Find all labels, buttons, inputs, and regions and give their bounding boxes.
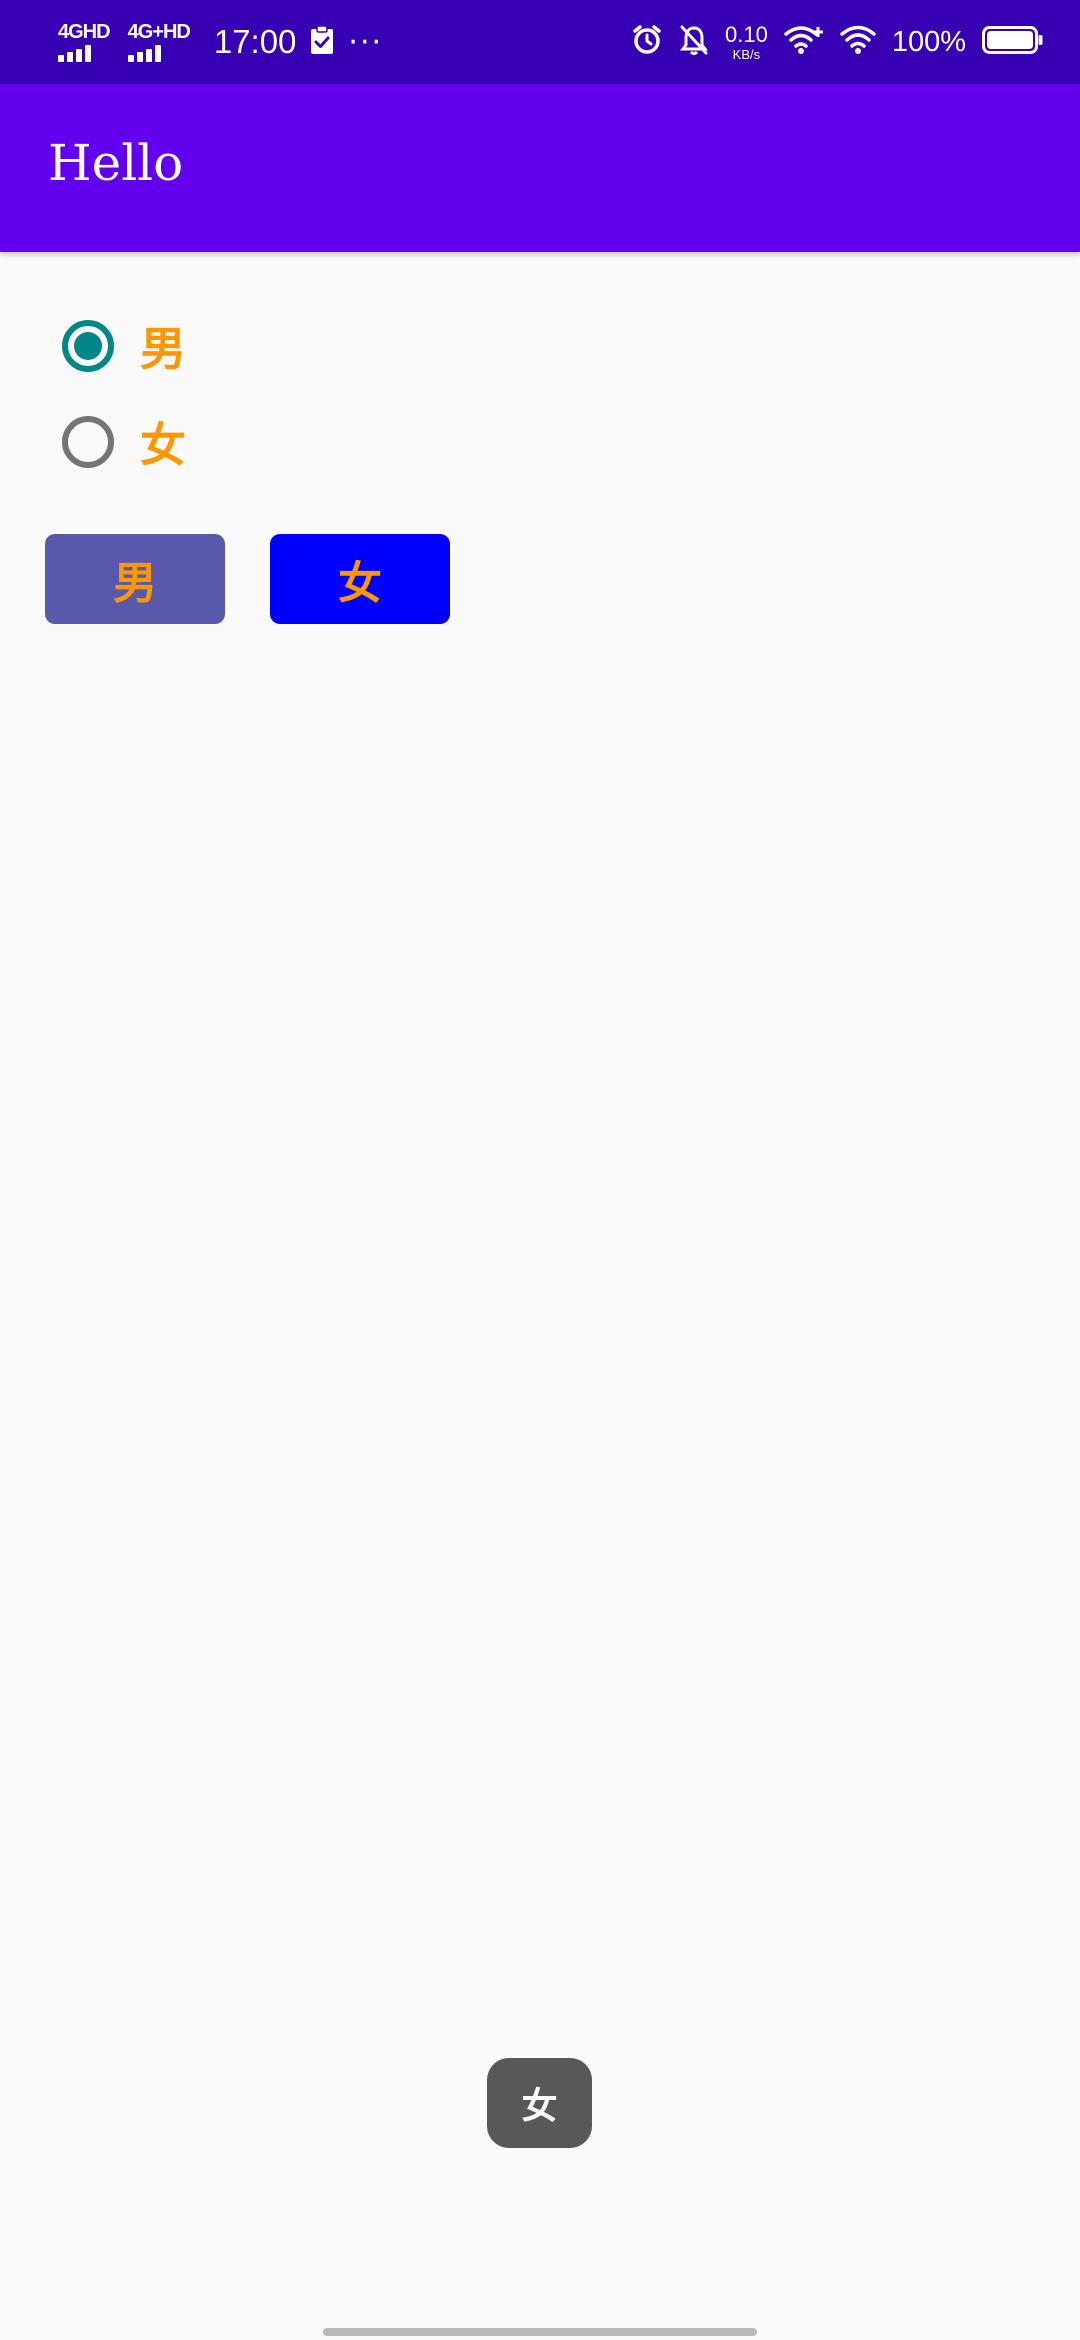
radio-female[interactable]: 女 — [62, 410, 186, 474]
toast-message: 女 — [487, 2058, 592, 2148]
signal-bars-icon — [127, 44, 161, 62]
network-speed-unit: KB/s — [732, 46, 761, 62]
female-button[interactable]: 女 — [270, 534, 450, 624]
clipboard-check-icon — [310, 25, 334, 59]
screen: 4GHD 4G+HD 17:00 ··· 0.10 KB/s 100% Hell… — [0, 0, 1080, 2340]
radio-male[interactable]: 男 — [62, 314, 186, 378]
app-bar: Hello — [0, 84, 1080, 252]
network-1: 4GHD — [58, 21, 111, 62]
gesture-navigation-bar[interactable] — [323, 2328, 757, 2336]
clock: 17:00 — [213, 23, 297, 60]
status-bar: 4GHD 4G+HD 17:00 ··· 0.10 KB/s 100% — [0, 0, 1080, 84]
status-left: 4GHD 4G+HD 17:00 ··· — [58, 0, 383, 84]
gender-radio-group: 男 女 — [62, 314, 186, 506]
network-2-label: 4G+HD — [127, 21, 191, 43]
more-notifications-icon: ··· — [348, 24, 384, 60]
status-right: 0.10 KB/s 100% — [631, 0, 1044, 84]
radio-male-label: 男 — [140, 322, 186, 376]
battery-icon — [982, 25, 1044, 59]
app-title: Hello — [48, 134, 184, 192]
radio-checked-icon — [62, 320, 114, 372]
battery-percent: 100% — [891, 25, 966, 58]
alarm-icon — [631, 24, 663, 60]
network-speed: 0.10 KB/s — [725, 21, 768, 62]
wifi-icon — [840, 24, 876, 60]
network-2: 4G+HD — [127, 21, 191, 62]
male-button[interactable]: 男 — [45, 534, 225, 624]
signal-bars-icon — [58, 44, 91, 62]
network-1-label: 4GHD — [58, 21, 111, 43]
wifi-plus-icon — [784, 24, 824, 60]
notifications-off-icon — [679, 24, 709, 60]
network-speed-value: 0.10 — [725, 21, 768, 47]
radio-unchecked-icon — [62, 416, 114, 468]
radio-female-label: 女 — [140, 418, 186, 472]
radio-dot — [74, 332, 102, 360]
